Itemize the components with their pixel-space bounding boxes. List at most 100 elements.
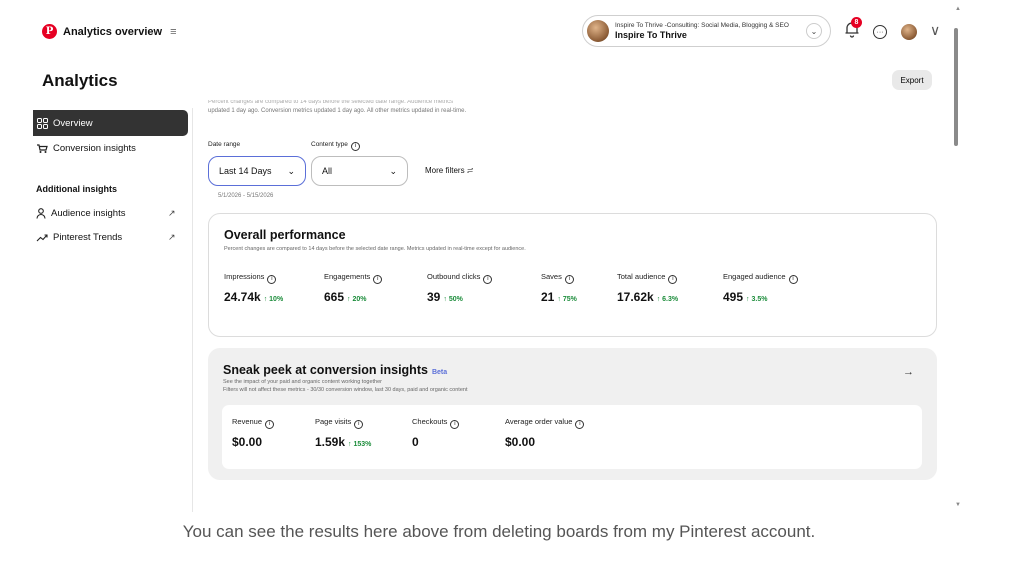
messages-icon[interactable]: ··· [873, 25, 887, 39]
metrics-notice: Percent changes are compared to 14 days … [208, 100, 628, 116]
chevron-down-icon: ⌄ [806, 23, 822, 39]
sidebar-item-label: Conversion insights [53, 143, 136, 154]
chevron-down-icon[interactable]: ∨ [930, 22, 940, 39]
account-switcher[interactable]: Inspire To Thrive -Consulting: Social Me… [582, 15, 831, 47]
metric-value: 24.74k [224, 290, 261, 304]
chevron-down-icon: ⌄ [389, 165, 397, 176]
metric-delta: ↑ 20% [347, 296, 367, 303]
metric-label: Impressions [224, 272, 265, 281]
brand[interactable]: P Analytics overview ≡ [42, 24, 176, 39]
scrollbar-thumb[interactable] [954, 28, 958, 146]
avatar[interactable] [901, 24, 917, 40]
metric-delta: ↑ 3.5% [746, 296, 768, 303]
notice-line: updated 1 day ago. Conversion metrics up… [208, 108, 467, 114]
scroll-up-arrow-icon[interactable]: ▲ [955, 6, 961, 12]
delta-value: 75% [562, 296, 577, 303]
menu-icon[interactable]: ≡ [170, 26, 176, 38]
content-type-select[interactable]: All ⌄ [311, 156, 408, 186]
export-button[interactable]: Export [892, 70, 932, 90]
sidebar-item-label: Overview [53, 117, 93, 129]
metric-delta: ↑ 6.3% [656, 296, 679, 303]
info-icon[interactable]: i [575, 420, 585, 429]
filter-icon: ≓ [466, 166, 474, 175]
info-icon[interactable]: i [668, 275, 678, 284]
card-subtitle-line: See the impact of your paid and organic … [223, 379, 382, 385]
card-title: Sneak peek at conversion insights Beta [223, 363, 447, 377]
metric-total-audience: Total audience i 17.62k ↑ 6.3% [617, 272, 678, 304]
card-title: Overall performance [224, 228, 346, 242]
metric-label: Total audience [617, 272, 666, 281]
trend-icon [36, 233, 48, 241]
external-link-icon[interactable]: ↗ [168, 232, 176, 243]
arrow-right-icon[interactable]: → [903, 366, 914, 378]
date-range-select[interactable]: Last 14 Days ⌄ [208, 156, 306, 186]
metric-engagements: Engagements i 665 ↑ 20% [324, 272, 383, 304]
more-filters-label: More filters [425, 166, 465, 175]
delta-value: 6.3% [662, 296, 679, 303]
sidebar-item-pinterest-trends[interactable]: Pinterest Trends [36, 232, 122, 243]
date-range-dates: 5/1/2026 - 5/15/2026 [218, 193, 274, 199]
delta-value: 3.5% [751, 296, 768, 303]
app-title: Analytics overview [63, 25, 163, 38]
metric-value: 39 [427, 290, 441, 304]
info-icon[interactable]: i [788, 275, 798, 284]
metric-value: 495 [723, 290, 744, 304]
metric-engaged-audience: Engaged audience i 495 ↑ 3.5% [723, 272, 798, 304]
metric-checkouts: Checkouts i 0 [412, 417, 460, 449]
sidebar-section-title: Additional insights [36, 184, 117, 194]
metric-label: Page visits [315, 417, 352, 426]
image-caption: You can see the results here above from … [182, 522, 816, 541]
metric-delta: ↑ 75% [557, 296, 577, 303]
metric-value: $0.00 [505, 435, 536, 449]
sidebar-item-audience-insights[interactable]: Audience insights [36, 208, 125, 219]
beta-badge: Beta [431, 369, 448, 376]
metric-value: $0.00 [232, 435, 263, 449]
metric-saves: Saves i 21 ↑ 75% [541, 272, 577, 304]
more-filters-button[interactable]: More filters ≓ [425, 166, 474, 175]
metric-label: Outbound clicks [427, 272, 481, 281]
pinterest-logo-icon: P [42, 24, 57, 39]
info-icon[interactable]: i [373, 275, 383, 284]
metric-delta: ↑ 10% [263, 296, 284, 303]
info-icon[interactable]: i [265, 420, 275, 429]
info-icon[interactable]: i [354, 420, 364, 429]
metric-delta: ↑ 153% [348, 441, 372, 448]
delta-value: 50% [448, 296, 463, 303]
card-subtitle: See the impact of your paid and organic … [223, 378, 467, 395]
delta-value: 10% [269, 296, 284, 303]
page-title: Analytics [42, 71, 118, 90]
date-range-value: Last 14 Days [219, 166, 272, 176]
cart-icon [37, 144, 48, 153]
info-icon[interactable]: i [267, 275, 277, 284]
sidebar-item-label: Audience insights [51, 208, 126, 219]
content-type-label: Content type i [311, 141, 360, 151]
notification-badge: 8 [851, 17, 862, 28]
info-icon[interactable]: i [350, 142, 360, 151]
external-link-icon[interactable]: ↗ [168, 208, 176, 219]
metric-value: 665 [324, 290, 345, 304]
content-type-label-text: Content type [311, 141, 348, 148]
delta-value: 153% [353, 441, 372, 448]
top-bar: P Analytics overview ≡ Inspire To Thrive… [0, 0, 1000, 62]
metric-label: Average order value [505, 417, 573, 426]
metric-delta: ↑ 50% [443, 296, 463, 303]
account-subtitle: Inspire To Thrive -Consulting: Social Me… [615, 22, 789, 30]
metric-average-order-value: Average order value i $0.00 [505, 417, 585, 449]
card-subtitle: Percent changes are compared to 14 days … [224, 246, 526, 252]
person-icon [36, 208, 46, 219]
account-avatar [587, 20, 609, 42]
info-icon[interactable]: i [450, 420, 460, 429]
sidebar-item-conversion-insights[interactable]: Conversion insights [36, 143, 136, 154]
scroll-down-arrow-icon[interactable]: ▼ [955, 502, 961, 508]
sidebar-item-label: Pinterest Trends [53, 232, 123, 243]
notice-line: Percent changes are compared to 14 days … [208, 100, 454, 105]
metric-outbound-clicks: Outbound clicks i 39 ↑ 50% [427, 272, 493, 304]
metric-impressions: Impressions i 24.74k ↑ 10% [224, 272, 283, 304]
delta-value: 20% [352, 296, 367, 303]
metric-value: 1.59k [315, 435, 346, 449]
sidebar-item-overview[interactable]: Overview [33, 110, 188, 136]
info-icon[interactable]: i [483, 275, 493, 284]
info-icon[interactable]: i [564, 275, 574, 284]
metric-label: Engagements [324, 272, 371, 281]
metric-label: Revenue [232, 417, 263, 426]
